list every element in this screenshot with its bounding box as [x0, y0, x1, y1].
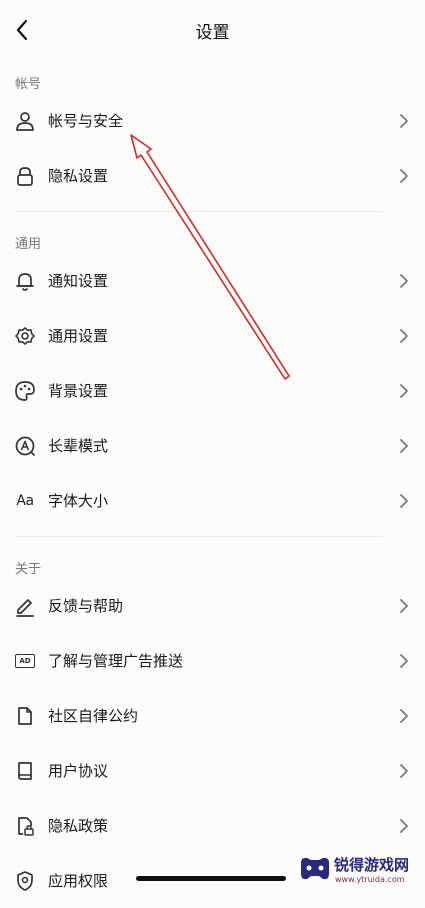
chevron-right-icon — [400, 384, 408, 398]
settings-item-label: 背景设置 — [48, 382, 109, 400]
book-icon — [13, 759, 37, 783]
settings-item-label: 字体大小 — [48, 492, 109, 510]
chevron-right-icon — [400, 169, 408, 183]
bell-icon — [13, 269, 37, 293]
pen-icon — [13, 594, 37, 618]
gear-icon — [13, 324, 37, 348]
settings-item-label: 长辈模式 — [48, 437, 109, 455]
settings-item-label: 隐私政策 — [48, 817, 109, 835]
user-icon — [13, 109, 37, 133]
settings-item-account-security[interactable]: 帐号与安全 — [0, 94, 425, 148]
shield-icon — [13, 869, 37, 893]
settings-item-ad-management[interactable]: AD 了解与管理广告推送 — [0, 634, 425, 688]
chevron-right-icon — [400, 114, 408, 128]
font-size-icon: Aa — [16, 493, 34, 509]
header: 设置 — [0, 0, 425, 60]
privacy-document-icon — [13, 814, 37, 838]
settings-item-privacy-settings[interactable]: 隐私设置 — [0, 149, 425, 203]
settings-item-label: 应用权限 — [48, 872, 109, 890]
section-divider — [15, 211, 383, 212]
settings-item-label: 反馈与帮助 — [48, 597, 124, 615]
chevron-right-icon — [400, 274, 408, 288]
settings-item-label: 通用设置 — [48, 327, 109, 345]
chevron-right-icon — [400, 709, 408, 723]
home-indicator[interactable] — [136, 876, 286, 881]
settings-item-label: 了解与管理广告推送 — [48, 652, 184, 670]
chevron-right-icon — [400, 654, 408, 668]
settings-item-community-convention[interactable]: 社区自律公约 — [0, 689, 425, 743]
settings-item-privacy-policy[interactable]: 隐私政策 — [0, 799, 425, 853]
watermark-url: www.ytruida.com — [335, 875, 405, 884]
chevron-right-icon — [400, 439, 408, 453]
section-label-general: 通用 — [15, 237, 42, 252]
chevron-right-icon — [400, 494, 408, 508]
settings-item-background[interactable]: 背景设置 — [0, 364, 425, 418]
section-label-about: 关于 — [15, 562, 42, 577]
settings-item-font-size[interactable]: Aa 字体大小 — [0, 474, 425, 528]
elder-mode-icon — [13, 434, 37, 458]
settings-item-feedback-help[interactable]: 反馈与帮助 — [0, 579, 425, 633]
settings-item-label: 帐号与安全 — [48, 112, 124, 130]
settings-item-notifications[interactable]: 通知设置 — [0, 254, 425, 308]
settings-item-label: 社区自律公约 — [48, 707, 139, 725]
settings-item-elder-mode[interactable]: 长辈模式 — [0, 419, 425, 473]
lock-icon — [13, 164, 37, 188]
settings-item-label: 隐私设置 — [48, 167, 109, 185]
settings-item-label: 用户协议 — [48, 762, 109, 780]
chevron-right-icon — [400, 819, 408, 833]
watermark-logo — [301, 857, 329, 880]
section-divider — [15, 536, 383, 537]
section-label-account: 帐号 — [15, 77, 42, 92]
settings-item-label: 通知设置 — [48, 272, 109, 290]
settings-item-user-agreement[interactable]: 用户协议 — [0, 744, 425, 798]
watermark-title: 锐得游戏网 — [334, 856, 410, 874]
palette-icon — [13, 379, 37, 403]
settings-item-general[interactable]: 通用设置 — [0, 309, 425, 363]
chevron-right-icon — [400, 329, 408, 343]
ad-icon: AD — [13, 649, 37, 673]
watermark: 锐得游戏网 www.ytruida.com — [298, 852, 422, 888]
chevron-right-icon — [400, 599, 408, 613]
chevron-right-icon — [400, 764, 408, 778]
page-title: 设置 — [195, 23, 230, 43]
document-icon — [13, 704, 37, 728]
